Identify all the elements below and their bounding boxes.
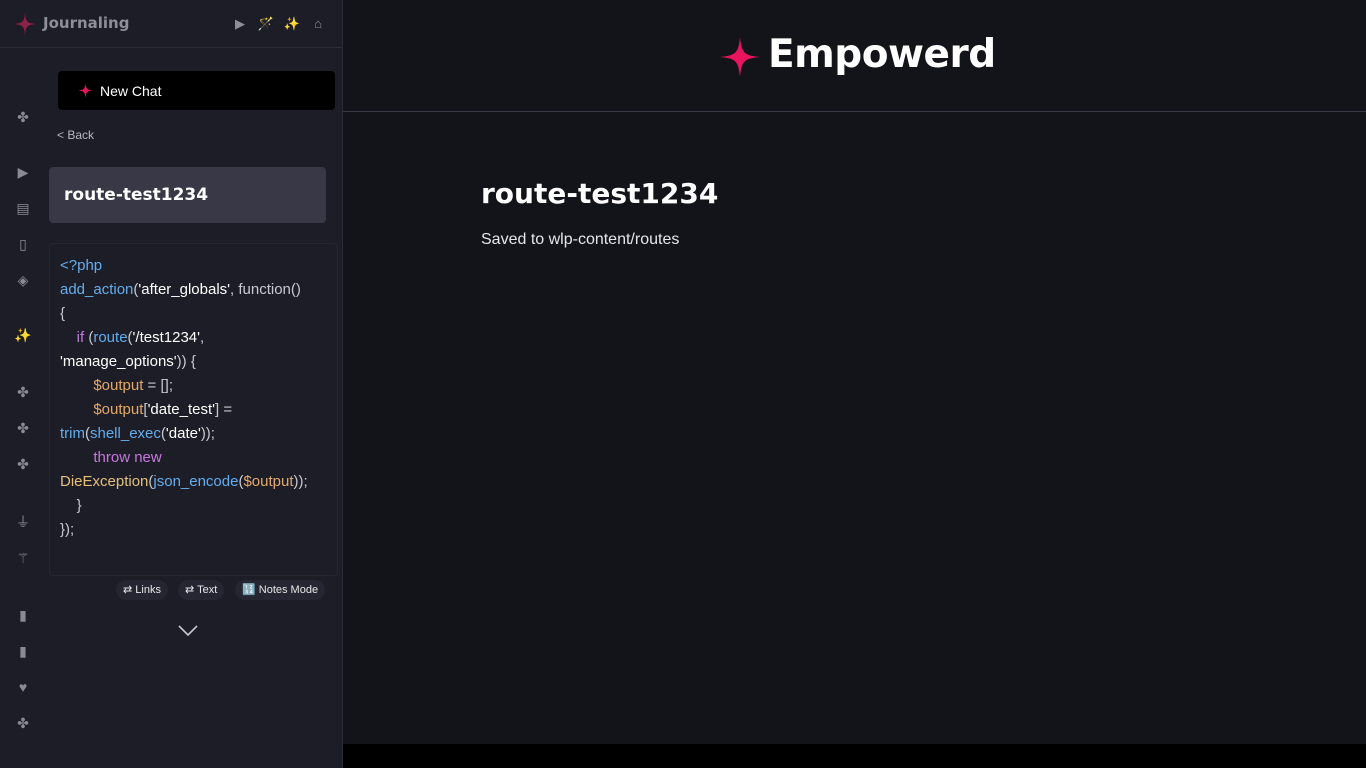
- puzzle-icon[interactable]: ✤: [12, 418, 34, 438]
- pill-label: Notes Mode: [258, 584, 319, 596]
- app-title: Journaling: [43, 14, 130, 32]
- page-title: route-test1234: [481, 177, 719, 210]
- puzzle-icon[interactable]: ✤: [12, 382, 34, 402]
- magic-wand-icon[interactable]: 🪄: [256, 15, 276, 33]
- sidebar-topbar: Journaling ▶ 🪄 ✨ ⌂: [0, 0, 343, 48]
- puzzle-icon[interactable]: ✤: [12, 454, 34, 474]
- new-chat-button[interactable]: New Chat: [58, 71, 335, 110]
- text-toggle-button[interactable]: ⇄ Text: [178, 580, 225, 600]
- pill-label: Text: [197, 584, 218, 596]
- numbers-icon: 🔢: [242, 584, 256, 596]
- links-toggle-button[interactable]: ⇄ Links: [116, 580, 168, 600]
- plug-icon[interactable]: ⏚: [12, 512, 34, 532]
- sparkles-icon[interactable]: ✨: [282, 15, 302, 33]
- sparkles-icon[interactable]: ✨: [12, 325, 34, 345]
- mode-pills: ⇄ Links ⇄ Text 🔢 Notes Mode: [0, 580, 343, 600]
- swap-icon: ⇄: [123, 584, 133, 596]
- play-icon[interactable]: ▶: [12, 162, 34, 182]
- topbar-icons: ▶ 🪄 ✨ ⌂: [230, 15, 328, 33]
- notes-mode-button[interactable]: 🔢 Notes Mode: [235, 580, 326, 600]
- back-link[interactable]: < Back: [57, 128, 94, 142]
- puzzle-icon[interactable]: ✤: [12, 713, 34, 733]
- heart-icon[interactable]: ♥: [12, 677, 34, 697]
- sidebar: Journaling ▶ 🪄 ✨ ⌂ ✤ ▶ ▤ ▯ ◈ ✨ ✤ ✤ ✤ ⏚ ⚚…: [0, 0, 343, 768]
- app-logo-star-icon: [14, 13, 36, 35]
- route-card[interactable]: route-test1234: [49, 167, 326, 223]
- code-content: <?php add_action('after_globals', functi…: [60, 257, 308, 538]
- database-icon[interactable]: ▮: [12, 605, 34, 625]
- play-icon[interactable]: ▶: [230, 15, 250, 33]
- save-status-text: Saved to wlp-content/routes: [481, 231, 680, 248]
- package-icon[interactable]: ◈: [12, 270, 34, 290]
- brand-name: Empowerd: [768, 32, 996, 77]
- swap-icon: ⇄: [185, 584, 195, 596]
- document-icon[interactable]: ▯: [12, 234, 34, 254]
- route-card-title: route-test1234: [64, 185, 209, 205]
- star-icon: [78, 83, 93, 98]
- newspaper-icon[interactable]: ▤: [12, 198, 34, 218]
- header: Empowerd: [343, 0, 1366, 112]
- code-block: <?php add_action('after_globals', functi…: [49, 243, 338, 576]
- magic-wand-icon[interactable]: ⚚: [12, 548, 34, 568]
- chevron-down-icon[interactable]: [177, 624, 199, 638]
- database-icon[interactable]: ▮: [12, 641, 34, 661]
- pill-label: Links: [135, 584, 161, 596]
- brand-star-icon: [720, 37, 760, 77]
- home-icon[interactable]: ⌂: [308, 15, 328, 33]
- puzzle-icon[interactable]: ✤: [12, 107, 34, 127]
- footer-bar: [343, 744, 1366, 768]
- new-chat-label: New Chat: [100, 82, 162, 99]
